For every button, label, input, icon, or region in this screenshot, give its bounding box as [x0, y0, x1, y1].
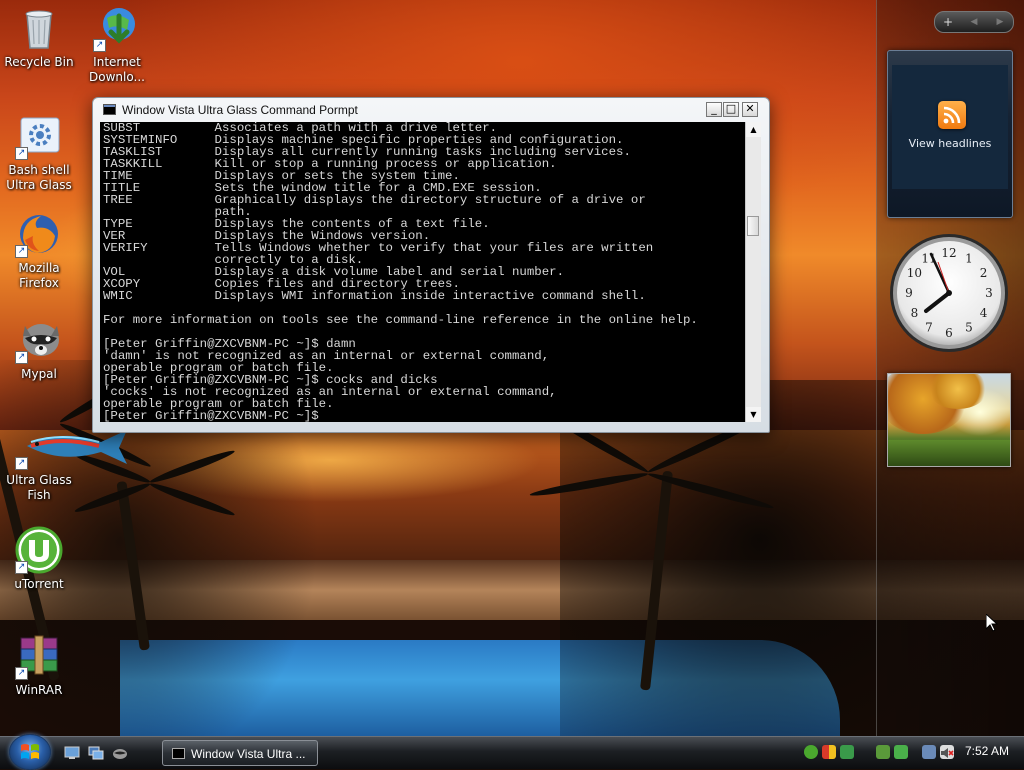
- mouse-cursor-icon: [986, 614, 998, 632]
- scroll-down-button[interactable]: ▼: [746, 407, 761, 422]
- taskbar-button-label: Window Vista Ultra ...: [191, 747, 306, 761]
- desktop-icon-mozilla-firefox[interactable]: ↗ Mozilla Firefox: [0, 210, 78, 291]
- shortcut-arrow-icon: ↗: [15, 667, 28, 680]
- window-title-bar[interactable]: Window Vista Ultra Glass Command Pormpt …: [93, 98, 769, 122]
- clock-number: 8: [911, 306, 919, 320]
- clock-number: 10: [907, 266, 922, 280]
- next-gadget-button[interactable]: ▶: [987, 12, 1013, 32]
- bash-shell-icon: ↗: [15, 112, 63, 160]
- desktop-icon-recycle-bin[interactable]: Recycle Bin: [0, 4, 78, 70]
- desktop-icon-ultra-glass-fish[interactable]: ↗ Ultra Glass Fish: [0, 422, 127, 503]
- window-title: Window Vista Ultra Glass Command Pormpt: [122, 103, 358, 117]
- autumn-tree: [928, 374, 988, 409]
- rss-icon: [938, 101, 966, 129]
- sidebar-controls: + ◀ ▶: [934, 11, 1014, 33]
- scroll-thumb[interactable]: [747, 216, 759, 236]
- view-headlines-link[interactable]: View headlines: [888, 137, 1012, 150]
- display-icon[interactable]: [922, 745, 936, 759]
- utorrent-icon: ↗: [15, 526, 63, 574]
- previous-gadget-button[interactable]: ◀: [961, 12, 987, 32]
- mypal-icon[interactable]: [112, 745, 128, 759]
- taskbar-clock[interactable]: 7:52 AM: [965, 744, 1009, 758]
- network-icon[interactable]: [840, 745, 854, 759]
- clock-number: 7: [925, 321, 933, 335]
- safely-remove-icon[interactable]: [876, 745, 890, 759]
- clock-number: 6: [945, 326, 953, 340]
- clock-number: 12: [941, 246, 956, 260]
- shortcut-arrow-icon: ↗: [93, 39, 106, 52]
- desktop-icon-label: Recycle Bin: [4, 55, 74, 69]
- desktop-icon-label: uTorrent: [14, 577, 64, 591]
- console-window-icon: [172, 748, 185, 759]
- desktop-icon-label: WinRAR: [15, 683, 63, 697]
- fish-icon: ↗: [15, 422, 127, 470]
- shortcut-arrow-icon: ↗: [15, 245, 28, 258]
- desktop-icon-winrar[interactable]: ↗ WinRAR: [0, 632, 78, 698]
- close-button[interactable]: ✕: [742, 102, 758, 117]
- grass-field: [888, 440, 1010, 466]
- desktop-icon-label: Mozilla Firefox: [18, 261, 60, 290]
- desktop-icon-label: Ultra Glass Fish: [6, 473, 72, 502]
- internet-download-manager-icon: ↗: [93, 4, 141, 52]
- scroll-up-button[interactable]: ▲: [746, 122, 761, 137]
- console-output[interactable]: SUBST Associates a path with a drive let…: [100, 122, 745, 422]
- shortcut-arrow-icon: ↗: [15, 147, 28, 160]
- clock-number: 2: [980, 266, 988, 280]
- feed-headlines-gadget[interactable]: View headlines: [887, 50, 1013, 218]
- clock-number: 4: [980, 306, 988, 320]
- clock-number: 5: [965, 321, 973, 335]
- recycle-bin-icon: [15, 4, 63, 52]
- switch-windows-icon[interactable]: [88, 745, 104, 760]
- volume-muted-icon[interactable]: [940, 745, 954, 759]
- show-desktop-icon[interactable]: [64, 745, 80, 759]
- desktop-icon-label: Mypal: [21, 367, 57, 381]
- add-gadget-button[interactable]: +: [935, 12, 961, 32]
- maximize-button[interactable]: □: [723, 102, 739, 117]
- desktop-icon-label: Internet Downlo...: [89, 55, 145, 84]
- firefox-icon: ↗: [15, 210, 63, 258]
- desktop-icon-internet-download-manager[interactable]: ↗ Internet Downlo...: [78, 4, 156, 85]
- shortcut-arrow-icon: ↗: [15, 457, 28, 470]
- clock-number: 3: [985, 286, 993, 300]
- windows-logo-icon: [21, 744, 39, 759]
- utorrent-tray-icon[interactable]: [804, 745, 818, 759]
- clock-gadget: 12 1234567891011: [890, 234, 1008, 352]
- desktop-icon-bash-shell[interactable]: ↗ Bash shell Ultra Glass: [0, 112, 78, 193]
- clock-number: 1: [965, 251, 973, 265]
- start-button[interactable]: [9, 734, 51, 770]
- slideshow-gadget[interactable]: [887, 373, 1011, 467]
- desktop-icon-label: Bash shell Ultra Glass: [6, 163, 72, 192]
- taskbar-button-command-prompt[interactable]: Window Vista Ultra ...: [162, 740, 318, 766]
- mypal-raccoon-icon: ↗: [15, 316, 63, 364]
- shortcut-arrow-icon: ↗: [15, 351, 28, 364]
- console-window-icon[interactable]: [103, 104, 116, 115]
- clock-number: 9: [905, 286, 913, 300]
- winrar-icon: ↗: [15, 632, 63, 680]
- vertical-scrollbar[interactable]: ▲ ▼: [745, 122, 761, 422]
- security-shield-icon[interactable]: [822, 745, 836, 759]
- command-prompt-window[interactable]: Window Vista Ultra Glass Command Pormpt …: [92, 97, 770, 433]
- desktop-icon-utorrent[interactable]: ↗ uTorrent: [0, 526, 78, 592]
- update-icon[interactable]: [894, 745, 908, 759]
- shortcut-arrow-icon: ↗: [15, 561, 28, 574]
- desktop-icon-mypal[interactable]: ↗ Mypal: [0, 316, 78, 382]
- console-text: SUBST Associates a path with a drive let…: [103, 122, 698, 422]
- minimize-button[interactable]: _: [706, 102, 722, 117]
